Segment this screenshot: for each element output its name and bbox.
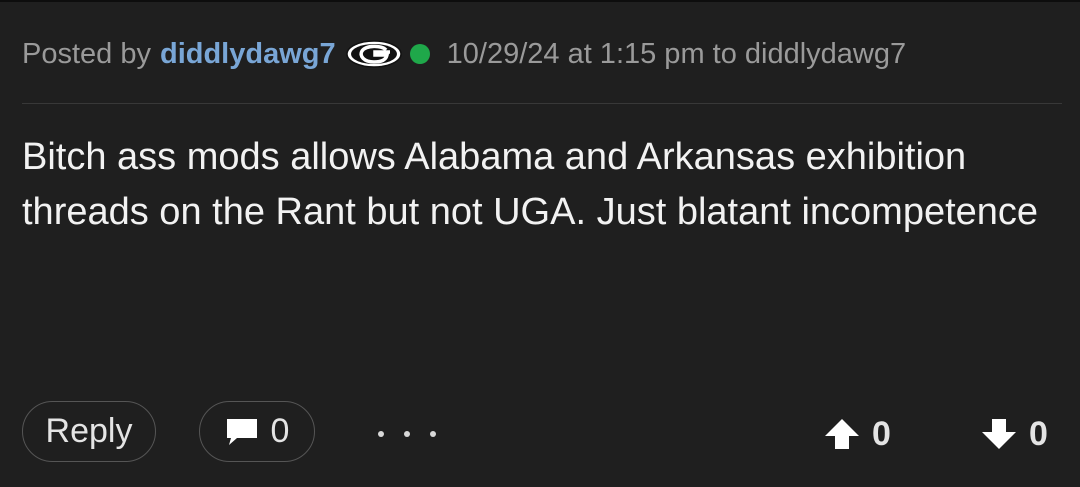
upvote-count: 0 — [872, 414, 891, 453]
reply-button-label: Reply — [45, 412, 133, 450]
downvote-count: 0 — [1029, 414, 1048, 453]
comment-count: 0 — [270, 412, 290, 450]
forum-post: Posted by diddlydawg7 10/29/24 at 1:15 p… — [0, 0, 1080, 487]
post-body: Bitch ass mods allows Alabama and Arkans… — [22, 136, 1039, 233]
post-timestamp: 10/29/24 at 1:15 pm to diddlydawg7 — [446, 37, 907, 70]
username-link[interactable]: diddlydawg7 — [160, 38, 336, 71]
more-options-button[interactable] — [378, 416, 436, 452]
arrow-up-icon — [822, 416, 862, 452]
online-dot-icon — [409, 44, 430, 64]
arrow-down-icon — [979, 416, 1019, 452]
post-header: Posted by diddlydawg7 10/29/24 at 1:15 p… — [22, 32, 906, 76]
downvote-button[interactable]: 0 — [979, 412, 1048, 456]
georgia-g-icon — [345, 40, 402, 68]
upvote-button[interactable]: 0 — [822, 412, 891, 456]
comments-button[interactable]: 0 — [199, 401, 315, 462]
header-divider — [22, 103, 1062, 104]
reply-button[interactable]: Reply — [22, 401, 156, 462]
comment-bubble-icon — [225, 417, 259, 447]
posted-by-label: Posted by — [22, 37, 151, 70]
more-dots-icon — [378, 431, 384, 437]
